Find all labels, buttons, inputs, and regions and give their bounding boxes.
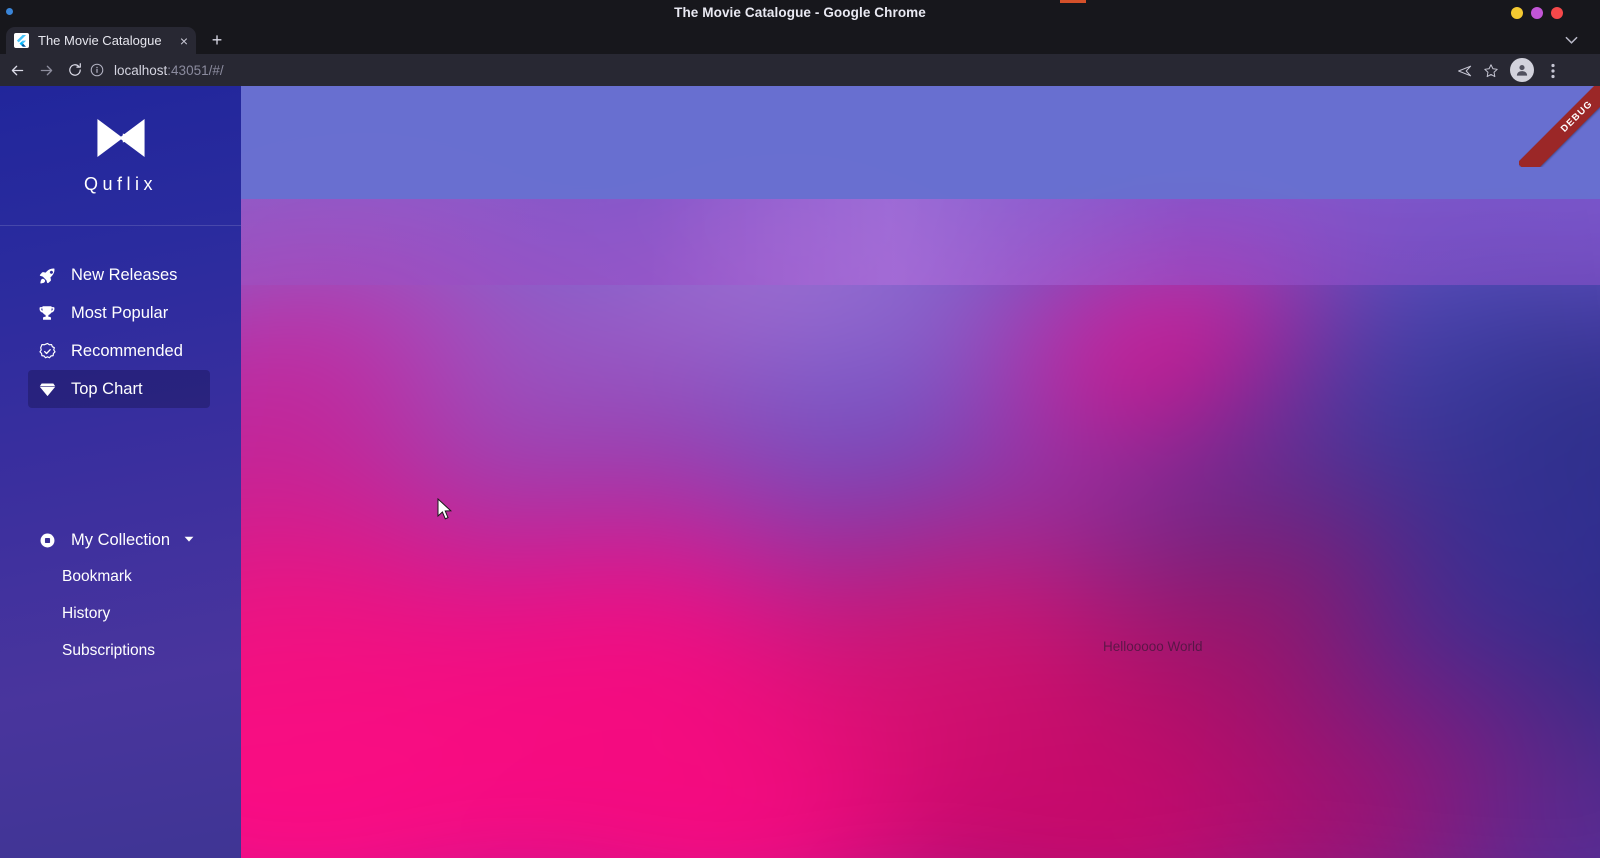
share-icon[interactable] <box>1452 58 1478 84</box>
sidebar-subitem-history[interactable]: History <box>0 595 241 632</box>
info-circle-icon[interactable] <box>88 61 106 79</box>
trophy-icon <box>37 303 57 323</box>
url-text: localhost:43051/#/ <box>114 63 224 78</box>
sidebar-item-top-chart[interactable]: Top Chart <box>28 370 210 408</box>
close-icon[interactable]: × <box>180 34 188 48</box>
sidebar-subitem-bookmark[interactable]: Bookmark <box>0 558 241 595</box>
sidebar-subitem-subscriptions[interactable]: Subscriptions <box>0 632 241 669</box>
maximize-button[interactable] <box>1531 7 1543 19</box>
browser-tab[interactable]: The Movie Catalogue × <box>6 27 196 54</box>
sidebar-item-label: New Releases <box>71 265 178 284</box>
title-bar: The Movie Catalogue - Google Chrome <box>0 0 1600 26</box>
quflix-bowtie-play-logo <box>96 118 145 158</box>
main-content: Hellooooo World DEBUG <box>241 86 1600 858</box>
sidebar-item-my-collection[interactable]: My Collection <box>28 522 213 558</box>
my-collection-group: My Collection Bookmark History Subscript… <box>0 522 241 669</box>
sidebar: Quflix New Releases Most Popular Recomme… <box>0 86 241 858</box>
mouse-cursor <box>437 498 453 520</box>
arrow-left-icon[interactable] <box>4 57 30 83</box>
brand-header: Quflix <box>0 86 241 226</box>
record-circle-icon <box>37 530 57 550</box>
chevron-down-icon[interactable] <box>184 535 194 545</box>
sidebar-item-recommended[interactable]: Recommended <box>28 332 210 370</box>
diamond-icon <box>37 379 57 399</box>
browser-window: The Movie Catalogue - Google Chrome The … <box>0 0 1600 858</box>
sidebar-item-label: Top Chart <box>71 379 143 398</box>
address-bar[interactable]: localhost:43051/#/ <box>88 56 1428 84</box>
url-host: localhost <box>114 62 168 78</box>
avatar-icon[interactable] <box>1510 58 1534 82</box>
url-path: :43051/#/ <box>167 62 224 78</box>
sidebar-item-new-releases[interactable]: New Releases <box>28 256 210 294</box>
mid-banner-overlay <box>241 199 1600 285</box>
sidebar-item-label: Recommended <box>71 341 183 360</box>
top-banner-band <box>241 86 1600 199</box>
primary-nav: New Releases Most Popular Recommended To… <box>0 256 241 408</box>
brand-name: Quflix <box>83 174 157 194</box>
sidebar-item-most-popular[interactable]: Most Popular <box>28 294 210 332</box>
tab-strip: The Movie Catalogue × + <box>0 26 1600 54</box>
window-title: The Movie Catalogue - Google Chrome <box>674 5 926 20</box>
chevron-down-icon[interactable] <box>1565 32 1578 47</box>
reload-icon[interactable] <box>62 57 88 83</box>
rocket-icon <box>37 265 57 285</box>
three-dot-menu-icon[interactable] <box>1540 58 1566 84</box>
arrow-right-icon[interactable] <box>33 57 59 83</box>
verified-badge-icon <box>37 341 57 361</box>
hello-world-text: Hellooooo World <box>1103 639 1203 654</box>
page-viewport: Quflix New Releases Most Popular Recomme… <box>0 86 1600 858</box>
minimize-button[interactable] <box>1511 7 1523 19</box>
sidebar-item-label: Most Popular <box>71 303 169 322</box>
star-icon[interactable] <box>1478 58 1504 84</box>
browser-toolbar: localhost:43051/#/ <box>0 54 1600 86</box>
sidebar-item-label: My Collection <box>71 530 171 549</box>
flutter-icon <box>14 33 29 48</box>
tab-title: The Movie Catalogue <box>38 33 162 48</box>
close-button[interactable] <box>1551 7 1563 19</box>
new-tab-button[interactable]: + <box>207 31 227 51</box>
